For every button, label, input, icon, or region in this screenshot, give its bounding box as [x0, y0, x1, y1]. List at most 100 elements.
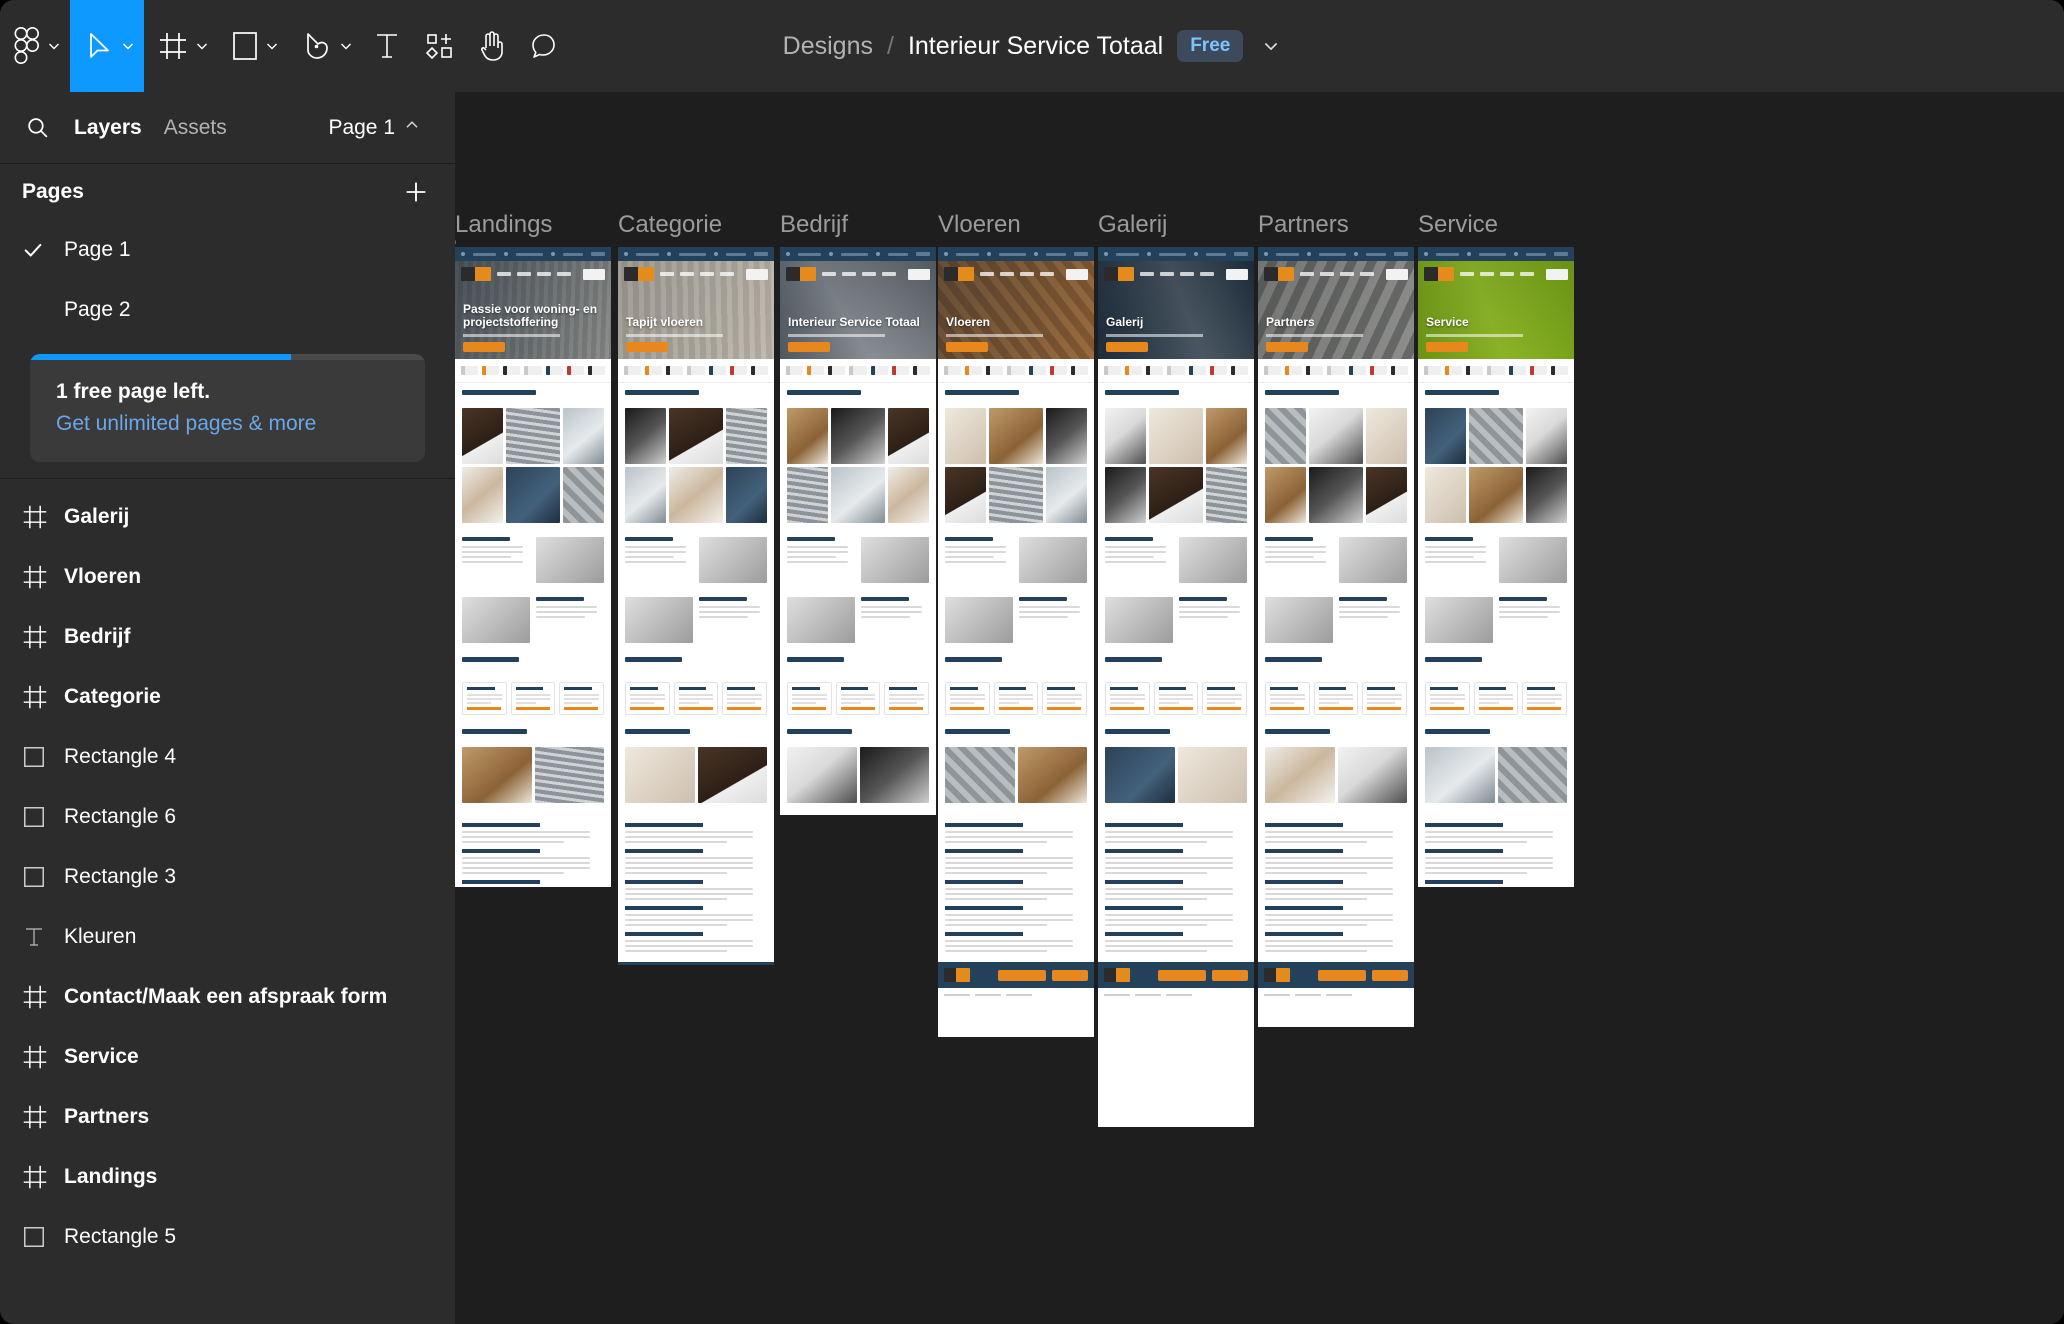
- layer-row[interactable]: Partners: [0, 1087, 455, 1147]
- mockup-logo: [1424, 267, 1454, 281]
- layer-row[interactable]: Service: [0, 1027, 455, 1087]
- mockup-article: [1258, 810, 1414, 962]
- design-canvas[interactable]: Kleuren LandingsPassie voor woning- en p…: [455, 92, 2064, 1324]
- mockup-nav-button: [583, 268, 605, 280]
- layer-row[interactable]: Rectangle 5: [0, 1207, 455, 1267]
- rectangle-icon: [22, 1225, 64, 1249]
- frame-label[interactable]: Partners: [1258, 211, 1349, 247]
- canvas-frame[interactable]: Galerij Galerij: [1098, 211, 1254, 1127]
- move-tool-button[interactable]: [70, 0, 144, 92]
- frame-label[interactable]: Bedrijf: [780, 211, 848, 247]
- layer-name: Service: [64, 1045, 139, 1068]
- mockup-category-chips: [1418, 359, 1574, 383]
- figma-menu-button[interactable]: [0, 0, 70, 92]
- mockup-navbar: [1264, 267, 1408, 281]
- layer-row[interactable]: Vloeren: [0, 547, 455, 607]
- frame-label[interactable]: Categorie: [618, 211, 722, 247]
- mockup-hero: Vloeren: [938, 261, 1094, 359]
- page-item-1[interactable]: Page 1: [0, 220, 455, 280]
- mockup-hero-cta: [626, 342, 668, 352]
- mockup-review-cards: [1418, 675, 1574, 722]
- mockup-image-grid: [1258, 747, 1414, 810]
- tab-layers[interactable]: Layers: [74, 116, 142, 140]
- shape-tool-button[interactable]: [218, 0, 288, 92]
- sidebar-tabbar: Layers Assets Page 1: [0, 92, 455, 164]
- canvas-frame[interactable]: Bedrijf Interieur Service Totaal: [780, 211, 936, 815]
- page-selector[interactable]: Page 1: [328, 116, 433, 140]
- mockup-article: [780, 810, 936, 815]
- layer-row[interactable]: Categorie: [0, 667, 455, 727]
- tab-assets[interactable]: Assets: [164, 116, 227, 140]
- canvas-frame[interactable]: Vloeren Vloeren: [938, 211, 1094, 1037]
- frame-label[interactable]: Vloeren: [938, 211, 1021, 247]
- layer-row[interactable]: Landings: [0, 1147, 455, 1207]
- promo-upgrade-link[interactable]: Get unlimited pages & more: [56, 412, 399, 436]
- plan-badge[interactable]: Free: [1177, 30, 1244, 62]
- mockup-image-grid: [455, 747, 611, 810]
- mockup-hero: Partners: [1258, 261, 1414, 359]
- mockup-review-cards: [780, 675, 936, 722]
- breadcrumb-designs[interactable]: Designs: [783, 32, 873, 61]
- mockup-hero-title: Galerij: [1106, 315, 1144, 330]
- mockup-utility-bar: [780, 247, 936, 261]
- frame-tool-button[interactable]: [144, 0, 218, 92]
- text-tool-button[interactable]: [362, 0, 412, 92]
- layer-name: Bedrijf: [64, 625, 131, 648]
- mockup-two-column: [618, 590, 774, 650]
- search-icon[interactable]: [22, 113, 52, 143]
- layer-row[interactable]: Rectangle 4: [0, 727, 455, 787]
- layer-row[interactable]: Bedrijf: [0, 607, 455, 667]
- mockup-hero-cta: [1106, 342, 1148, 352]
- mockup-utility-bar: [1418, 247, 1574, 261]
- mockup-utility-bar: [1258, 247, 1414, 261]
- layer-row[interactable]: Rectangle 3: [0, 847, 455, 907]
- hand-tool-button[interactable]: [466, 0, 518, 92]
- hand-icon: [478, 30, 506, 62]
- mockup-category-chips: [455, 359, 611, 383]
- breadcrumb-separator: /: [887, 31, 894, 60]
- canvas-frame[interactable]: Categorie Tapijt vloeren: [618, 211, 774, 965]
- mockup-image-grid: [1418, 408, 1574, 530]
- frame-label[interactable]: Service: [1418, 211, 1498, 247]
- layer-row[interactable]: Galerij: [0, 487, 455, 547]
- mockup-section-heading: [938, 383, 1094, 408]
- canvas-frame[interactable]: Landings Passie voor woning- en projectst…: [455, 211, 611, 887]
- chevron-down-icon: [120, 38, 136, 54]
- page-item-2[interactable]: Page 2: [0, 280, 455, 340]
- mockup-navbar: [461, 267, 605, 281]
- mockup-two-column: [1098, 590, 1254, 650]
- layer-row[interactable]: Contact/Maak een afspraak form: [0, 967, 455, 1027]
- frame-label[interactable]: Landings: [455, 211, 552, 247]
- layer-name: Rectangle 5: [64, 1225, 177, 1248]
- cursor-arrow-icon: [84, 30, 114, 62]
- frame-content: Partners: [1258, 247, 1414, 1027]
- layer-row[interactable]: Rectangle 6: [0, 787, 455, 847]
- mockup-image-grid: [618, 408, 774, 530]
- mockup-hero-title: Interieur Service Totaal: [788, 315, 920, 330]
- layers-list: Galerij Vloeren Bedrijf Categorie Rectangle …: [0, 479, 455, 1324]
- frame-label[interactable]: Galerij: [1098, 211, 1167, 247]
- chevron-down-icon[interactable]: [1261, 36, 1281, 56]
- mockup-footer: [618, 962, 774, 965]
- pages-section: Pages Page 1 Page 2 1 free page left. Ge…: [0, 164, 455, 479]
- pages-title: Pages: [22, 180, 84, 203]
- plus-icon[interactable]: [399, 175, 433, 209]
- mockup-two-column: [1258, 590, 1414, 650]
- mockup-logo: [1264, 267, 1294, 281]
- layer-name: Landings: [64, 1165, 158, 1188]
- file-name-title[interactable]: Interieur Service Totaal: [908, 32, 1163, 61]
- pen-tool-button[interactable]: [288, 0, 362, 92]
- mockup-two-column: [780, 590, 936, 650]
- canvas-frame[interactable]: Partners Partners: [1258, 211, 1414, 1027]
- mockup-utility-bar: [1098, 247, 1254, 261]
- canvas-frame[interactable]: Service Service: [1418, 211, 1574, 887]
- comment-tool-button[interactable]: [518, 0, 570, 92]
- mockup-two-column: [455, 530, 611, 590]
- mockup-logo: [1104, 267, 1134, 281]
- mockup-two-column: [1098, 530, 1254, 590]
- frame-icon: [22, 1104, 64, 1130]
- rectangle-icon: [22, 865, 64, 889]
- actions-tool-button[interactable]: [412, 0, 466, 92]
- layer-name: Kleuren: [64, 925, 137, 948]
- layer-row[interactable]: Kleuren: [0, 907, 455, 967]
